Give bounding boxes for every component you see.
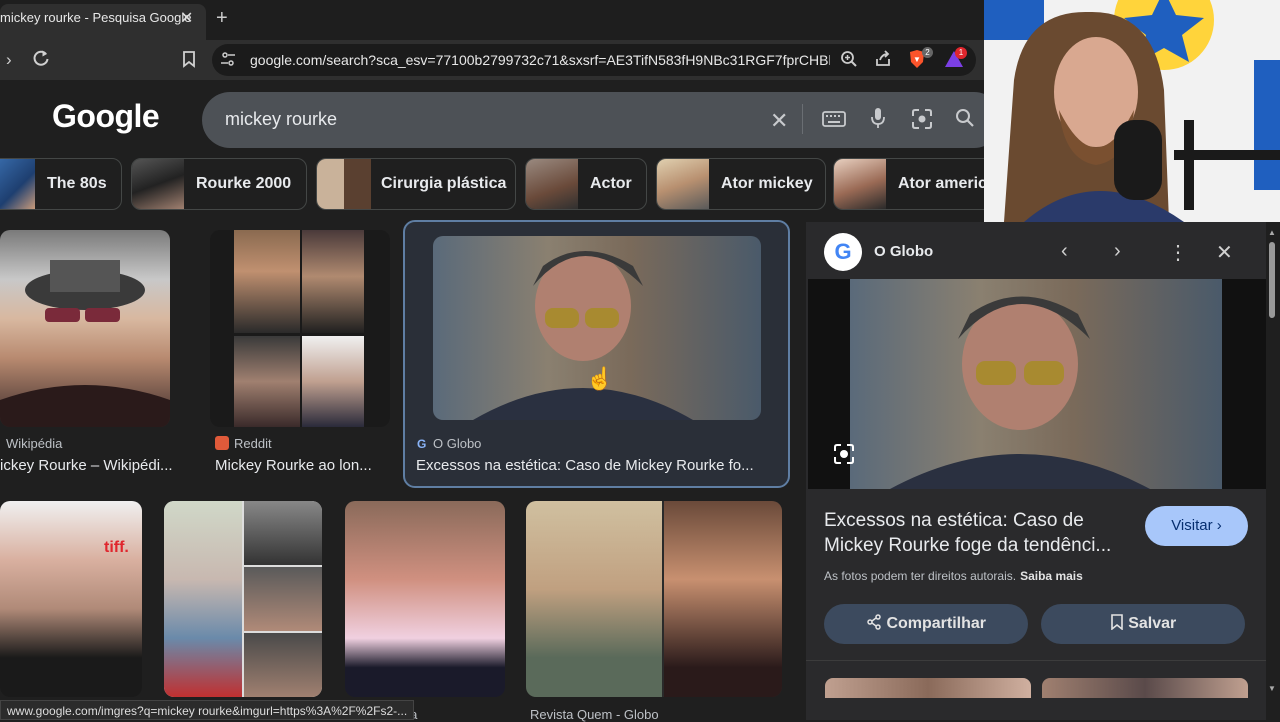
previous-icon[interactable]: ‹ [1061, 240, 1068, 263]
chip-thumbnail [317, 159, 371, 209]
search-input[interactable]: mickey rourke [225, 109, 337, 130]
lens-search-icon[interactable] [911, 108, 933, 136]
source-logo[interactable]: G [824, 233, 862, 271]
panel-source-name[interactable]: O Globo [874, 243, 933, 260]
keyboard-icon[interactable] [822, 110, 846, 133]
chip-label: Rourke 2000 [196, 175, 292, 192]
save-label: Salvar [1128, 615, 1177, 632]
url-text[interactable]: google.com/search?sca_esv=77100b2799732c… [250, 52, 830, 68]
result-image-collage[interactable] [164, 501, 322, 697]
panel-scrollbar[interactable]: ▲ ▼ [1268, 228, 1276, 698]
result-image-tiff[interactable]: tiff. [0, 501, 142, 697]
chip-rourke-2000[interactable]: Rourke 2000 [131, 158, 307, 210]
close-panel-icon[interactable]: ✕ [1216, 240, 1233, 265]
share-icon [867, 614, 881, 630]
result-title[interactable]: Mickey Rourke ao lon... [215, 457, 395, 474]
result-source: Reddit [234, 436, 272, 451]
zoom-icon[interactable] [840, 50, 858, 73]
status-bar-url: www.google.com/imgres?q=mickey rourke&im… [0, 700, 415, 720]
forward-icon[interactable]: › [6, 50, 12, 70]
learn-more-link[interactable]: Saiba mais [1020, 569, 1083, 583]
chip-thumbnail [132, 159, 184, 209]
webcam-overlay [984, 0, 1280, 222]
clear-search-icon[interactable]: ✕ [770, 108, 788, 134]
new-tab-button[interactable]: + [216, 7, 228, 30]
brave-badge: 2 [922, 47, 933, 58]
result-image-reddit[interactable] [210, 230, 390, 427]
reddit-icon [215, 436, 229, 450]
result-source: O Globo [433, 436, 482, 451]
bookmark-icon[interactable] [181, 50, 197, 73]
visit-button[interactable]: Visitar › [1145, 506, 1248, 546]
related-image-2[interactable] [1042, 678, 1248, 698]
next-icon[interactable]: › [1114, 240, 1121, 263]
chip-ator-mickey[interactable]: Ator mickey [656, 158, 826, 210]
bookmark-save-icon [1110, 614, 1123, 631]
alert-badge: 1 [955, 47, 967, 59]
copyright-notice: As fotos podem ter direitos autorais. Sai… [824, 569, 1083, 583]
result-image-wikipedia[interactable] [0, 230, 170, 427]
chip-thumbnail [657, 159, 709, 209]
result-image-revista-quem[interactable] [526, 501, 782, 697]
result-image-oglobo[interactable] [433, 236, 761, 420]
chip-thumbnail [834, 159, 886, 209]
share-label: Compartilhar [886, 615, 987, 632]
panel-image[interactable] [850, 279, 1222, 489]
panel-title[interactable]: Excessos na estética: Caso de Mickey Rou… [824, 508, 1134, 558]
chip-thumbnail [526, 159, 578, 209]
oglobo-favicon-icon: G [417, 437, 427, 451]
lens-image-search-icon[interactable] [832, 442, 856, 471]
svg-text:▼: ▼ [913, 55, 921, 64]
panel-divider [806, 660, 1266, 661]
chip-thumbnail [0, 159, 35, 209]
related-image-1[interactable] [825, 678, 1031, 698]
search-divider [802, 104, 803, 134]
share-page-icon[interactable] [874, 50, 892, 73]
chip-actor[interactable]: Actor [525, 158, 647, 210]
chip-label: Actor [590, 175, 632, 192]
scrollbar-thumb[interactable] [1269, 242, 1275, 318]
result-image-suit[interactable] [345, 501, 505, 697]
chip-ator-americano[interactable]: Ator americ [833, 158, 993, 210]
copyright-text: As fotos podem ter direitos autorais. [824, 569, 1017, 583]
tab-close-icon[interactable]: ✕ [180, 8, 193, 28]
chip-label: Ator americ [898, 175, 987, 192]
result-title[interactable]: ickey Rourke – Wikipédi... [0, 457, 190, 474]
chip-label: The 80s [47, 175, 107, 192]
share-button[interactable]: Compartilhar [824, 604, 1028, 644]
chip-label: Cirurgia plástica [381, 175, 507, 192]
more-options-icon[interactable]: ⋮ [1168, 240, 1188, 265]
chip-label: Ator mickey [721, 175, 813, 192]
result-source: Wikipédia [6, 436, 63, 451]
visit-button-label: Visitar [1171, 517, 1213, 534]
result-title[interactable]: Excessos na estética: Caso de Mickey Rou… [416, 457, 778, 474]
search-icon[interactable] [955, 108, 975, 134]
tab-title[interactable]: mickey rourke - Pesquisa Google [0, 10, 191, 25]
chip-the-80s[interactable]: The 80s [0, 158, 122, 210]
google-logo[interactable]: Google [52, 98, 160, 135]
site-settings-icon[interactable] [220, 51, 236, 70]
voice-search-icon[interactable] [870, 107, 886, 135]
reload-icon[interactable] [32, 49, 50, 72]
save-button[interactable]: Salvar [1041, 604, 1245, 644]
chip-cirurgia-plastica[interactable]: Cirurgia plástica [316, 158, 516, 210]
hand-cursor-icon: ☝ [586, 366, 614, 391]
